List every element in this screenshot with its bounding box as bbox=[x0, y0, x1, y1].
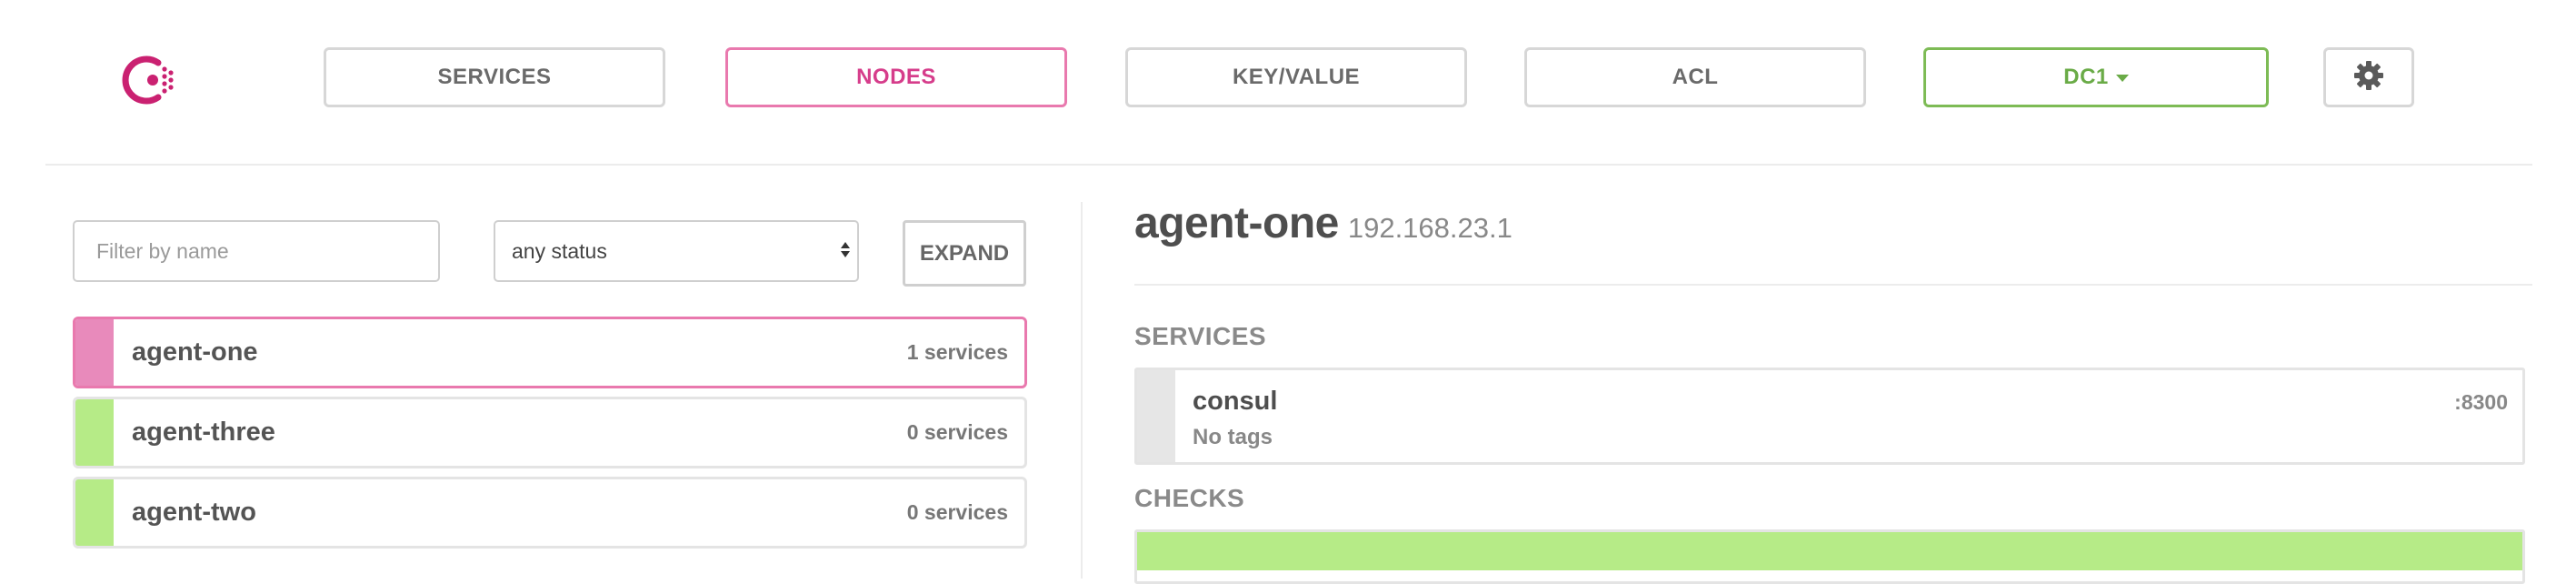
service-item-consul[interactable]: consul No tags :8300 bbox=[1134, 368, 2525, 465]
nav-services-label: SERVICES bbox=[437, 65, 552, 89]
select-arrows-icon bbox=[841, 242, 850, 257]
expand-button[interactable]: EXPAND bbox=[903, 220, 1026, 287]
service-port: :8300 bbox=[2454, 390, 2508, 414]
nav-nodes-label: NODES bbox=[856, 65, 936, 89]
node-detail-address: 192.168.23.1 bbox=[1347, 212, 1513, 244]
node-service-count: 0 services bbox=[906, 500, 1008, 524]
check-item[interactable] bbox=[1134, 529, 2525, 584]
service-name: consul bbox=[1193, 387, 1278, 416]
node-service-count: 0 services bbox=[906, 420, 1008, 444]
nav-key-value-button[interactable]: KEY/VALUE bbox=[1125, 47, 1467, 107]
node-status-bar bbox=[75, 479, 114, 546]
caret-down-icon bbox=[2115, 75, 2129, 82]
node-status-bar bbox=[75, 319, 114, 386]
check-status-bar bbox=[1137, 532, 2522, 570]
checks-heading: CHECKS bbox=[1134, 484, 1245, 512]
node-name: agent-one bbox=[132, 337, 258, 367]
gear-icon bbox=[2352, 59, 2385, 96]
settings-button[interactable] bbox=[2323, 47, 2414, 107]
filter-by-name-input[interactable] bbox=[73, 220, 440, 282]
node-detail-name: agent-one bbox=[1134, 199, 1339, 247]
status-select[interactable]: any status bbox=[494, 220, 859, 282]
node-list-item-agent-three[interactable]: agent-three 0 services bbox=[73, 397, 1027, 468]
node-detail-title: agent-one 192.168.23.1 bbox=[1134, 198, 1513, 248]
datacenter-label: DC1 bbox=[2063, 65, 2109, 89]
node-name: agent-two bbox=[132, 498, 256, 527]
header-divider bbox=[45, 164, 2532, 166]
services-heading: SERVICES bbox=[1134, 322, 1267, 350]
nav-nodes-button[interactable]: NODES bbox=[725, 47, 1067, 107]
service-status-bar bbox=[1137, 370, 1175, 462]
consul-logo-icon[interactable] bbox=[118, 44, 191, 116]
datacenter-dropdown[interactable]: DC1 bbox=[1923, 47, 2269, 107]
status-select-value: any status bbox=[512, 238, 607, 263]
column-divider bbox=[1081, 202, 1083, 579]
nav-acl-button[interactable]: ACL bbox=[1524, 47, 1866, 107]
node-name: agent-three bbox=[132, 418, 275, 447]
node-service-count: 1 services bbox=[906, 340, 1008, 364]
node-list-item-agent-one[interactable]: agent-one 1 services bbox=[73, 317, 1027, 388]
nav-services-button[interactable]: SERVICES bbox=[324, 47, 665, 107]
node-status-bar bbox=[75, 399, 114, 466]
nav-key-value-label: KEY/VALUE bbox=[1232, 65, 1361, 89]
service-tags: No tags bbox=[1193, 425, 1273, 449]
nav-acl-label: ACL bbox=[1672, 65, 1719, 89]
detail-divider bbox=[1134, 284, 2532, 286]
expand-label: EXPAND bbox=[919, 240, 1010, 266]
node-list-item-agent-two[interactable]: agent-two 0 services bbox=[73, 477, 1027, 549]
